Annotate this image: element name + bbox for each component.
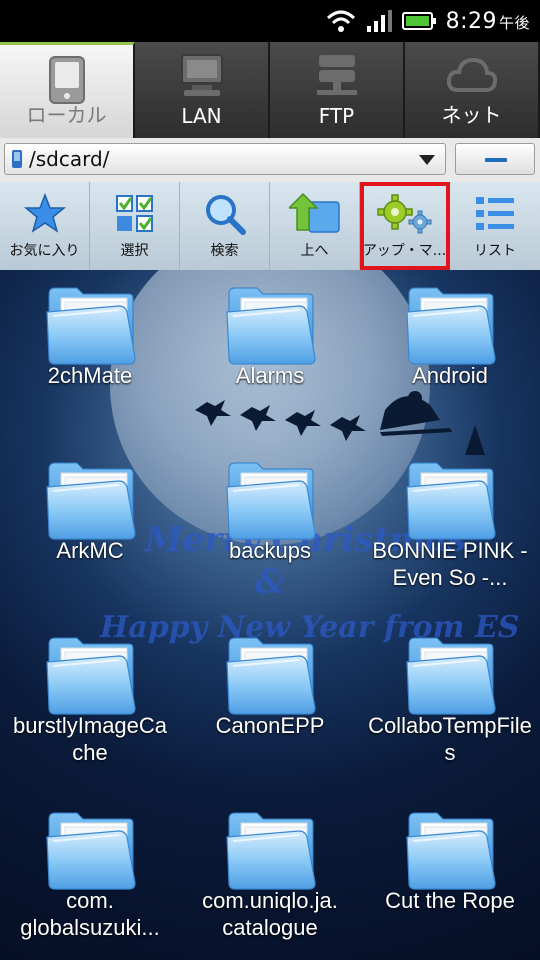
folder-item[interactable]: Android: [360, 270, 540, 445]
path-dropdown[interactable]: /sdcard/: [4, 143, 446, 175]
current-path: /sdcard/: [29, 147, 110, 171]
app-manager-button[interactable]: アップ・マ...: [360, 182, 450, 270]
search-icon: [205, 195, 246, 235]
gears-icon: [376, 194, 431, 234]
cloud-icon: [446, 57, 497, 92]
file-browser-content: Merry Christmas & Happy New Year from ES…: [0, 270, 540, 960]
folder-icon: [45, 459, 137, 541]
status-bar: 8:29 午後: [0, 0, 540, 42]
app-manager-label: アップ・マ...: [362, 243, 447, 259]
folder-item[interactable]: com.uniqlo.ja. catalogue: [180, 795, 360, 960]
tab-net-label: ネット: [441, 103, 502, 127]
folder-item[interactable]: Alarms: [180, 270, 360, 445]
folder-icon: [405, 459, 497, 541]
folder-name: 2chMate: [47, 363, 133, 388]
folder-name: Cut the Rope: [385, 888, 515, 913]
folder-icon: [225, 459, 317, 541]
folder-name: Alarms: [235, 363, 305, 388]
tab-local[interactable]: ローカル: [0, 42, 135, 138]
folder-name: CanonEPP: [215, 713, 325, 738]
star-icon: [23, 192, 66, 233]
list-icon: [476, 197, 514, 230]
folder-name: com.uniqlo.ja. catalogue: [202, 888, 338, 940]
folder-item[interactable]: ArkMC: [0, 445, 180, 620]
favorites-button[interactable]: お気に入り: [0, 182, 90, 270]
folder-icon: [405, 284, 497, 366]
up-folder-icon: [288, 192, 340, 233]
folder-item[interactable]: CanonEPP: [180, 620, 360, 795]
folder-item[interactable]: backups: [180, 445, 360, 620]
folder-item[interactable]: BONNIE PINK - Even So -...: [360, 445, 540, 620]
up-label: 上へ: [300, 243, 329, 259]
wifi-icon: [326, 10, 355, 32]
folder-icon: [45, 634, 137, 716]
folder-icon: [405, 809, 497, 891]
tab-ftp[interactable]: FTP: [270, 42, 405, 138]
search-button[interactable]: 検索: [180, 182, 270, 270]
folder-item[interactable]: CollaboTempFiles: [360, 620, 540, 795]
select-label: 選択: [120, 243, 149, 259]
folder-item[interactable]: Cut the Rope: [360, 795, 540, 960]
folder-icon: [45, 809, 137, 891]
battery-icon: [401, 12, 436, 30]
favorites-label: お気に入り: [9, 243, 80, 259]
folder-name: CollaboTempFiles: [368, 713, 532, 765]
tab-local-label: ローカル: [26, 103, 107, 127]
up-button[interactable]: 上へ: [270, 182, 360, 270]
computer-icon: [180, 54, 223, 96]
folder-name: Android: [412, 363, 488, 388]
sdcard-icon: [12, 150, 22, 168]
tab-ftp-label: FTP: [318, 104, 355, 128]
clock: 8:29 午後: [445, 8, 530, 34]
tab-net[interactable]: ネット: [405, 42, 540, 138]
folder-name: com. globalsuzuki...: [20, 888, 160, 940]
tab-lan-label: LAN: [181, 104, 222, 128]
folder-icon: [225, 809, 317, 891]
server-icon: [316, 55, 357, 95]
folder-icon: [405, 634, 497, 716]
chevron-down-icon: [419, 155, 435, 165]
folder-name: BONNIE PINK - Even So -...: [372, 538, 528, 590]
folder-name: backups: [229, 538, 311, 563]
tab-lan[interactable]: LAN: [135, 42, 270, 138]
checklist-icon: [115, 195, 153, 232]
list-view-button[interactable]: リスト: [450, 182, 540, 270]
folder-item[interactable]: com. globalsuzuki...: [0, 795, 180, 960]
folder-icon: [45, 284, 137, 366]
minus-icon: [485, 158, 507, 162]
search-label: 検索: [210, 243, 239, 259]
folder-name: ArkMC: [56, 538, 124, 563]
path-bar: /sdcard/: [0, 138, 540, 182]
location-tabs: ローカル LAN FTP ネット: [0, 42, 540, 138]
collapse-button[interactable]: [455, 143, 535, 175]
folder-item[interactable]: 2chMate: [0, 270, 180, 445]
signal-icon: [366, 10, 392, 32]
action-toolbar: お気に入り 選択 検索 上へ アップ・マ... リスト: [0, 182, 540, 270]
folder-icon: [225, 284, 317, 366]
folder-icon: [225, 634, 317, 716]
list-view-label: リスト: [474, 243, 516, 259]
folder-item[interactable]: burstlyImageCache: [0, 620, 180, 795]
folder-name: burstlyImageCache: [12, 713, 168, 765]
phone-icon: [48, 56, 85, 104]
select-button[interactable]: 選択: [90, 182, 180, 270]
